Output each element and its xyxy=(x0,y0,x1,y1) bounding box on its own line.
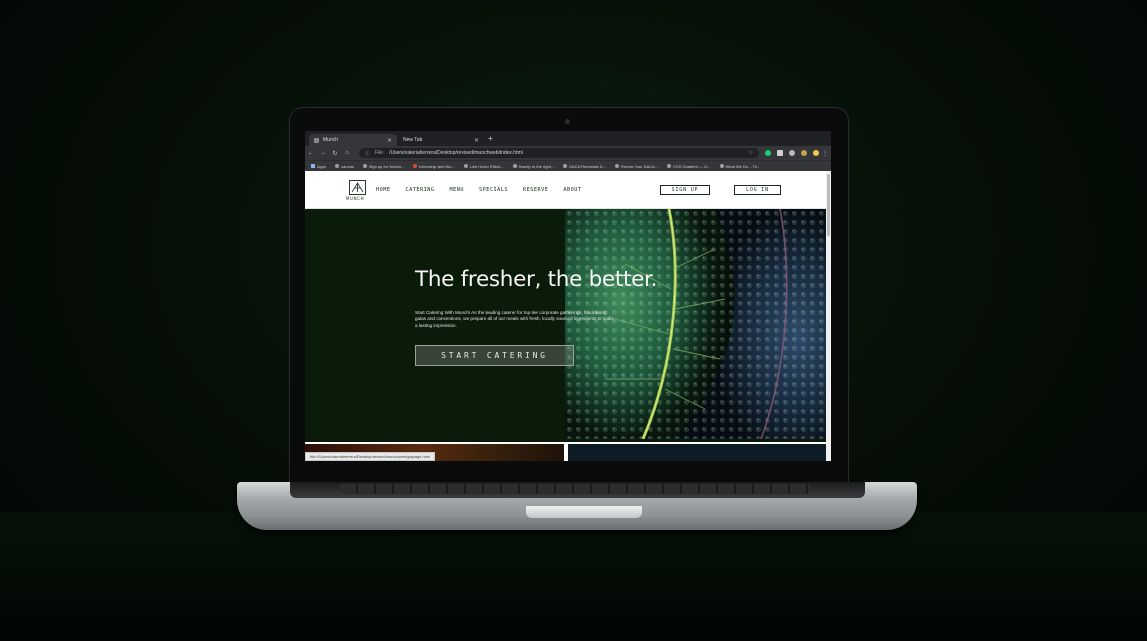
munch-favicon-icon xyxy=(314,137,319,143)
globe-icon xyxy=(719,164,724,168)
apps-grid-icon xyxy=(311,164,315,168)
globe-icon xyxy=(463,164,468,168)
bookmark-item[interactable]: What We Do – Th... xyxy=(719,164,761,169)
browser-tab-bar: Munch ✕ New Tab ✕ + xyxy=(305,131,831,146)
log-in-button[interactable]: LOG IN xyxy=(734,185,781,195)
nav-catering[interactable]: CATERING xyxy=(406,187,435,193)
start-catering-button[interactable]: START CATERING xyxy=(415,345,574,366)
globe-icon xyxy=(413,164,418,168)
bookmark-item[interactable]: canvas xyxy=(335,164,354,169)
back-arrow-icon[interactable]: ← xyxy=(305,150,317,156)
bookmark-item[interactable]: Link Hover Effect... xyxy=(463,164,504,169)
globe-icon xyxy=(362,164,367,168)
bookmark-star-icon[interactable]: ☆ xyxy=(749,150,753,156)
address-bar[interactable]: ⓘ File /Users/valeriaherrera/Desktop/rev… xyxy=(359,148,759,158)
webcam xyxy=(565,119,570,124)
logo-wordmark: MUNCH xyxy=(346,196,365,201)
url-text[interactable]: /Users/valeriaherrera/Desktop/revised/mu… xyxy=(389,150,523,156)
leaf-logo-icon xyxy=(351,182,364,193)
site-nav: HOME CATERING MENU SPECIALS RESERVE ABOU… xyxy=(376,187,582,193)
bookmark-item[interactable]: Sign up for Worka... xyxy=(362,164,404,169)
tab-title: New Tab xyxy=(403,137,423,143)
extension-yellow-icon[interactable] xyxy=(801,150,807,156)
globe-icon xyxy=(563,164,568,168)
extension-grid-icon[interactable] xyxy=(777,150,783,156)
status-bar-url: file:///Users/valeriaherrera/Desktop/rev… xyxy=(305,452,436,461)
bookmark-item[interactable]: Internship and Wo... xyxy=(413,164,455,169)
gallery-card-right[interactable] xyxy=(568,444,826,461)
bookmark-item[interactable]: Renew Your DACA... xyxy=(615,164,658,169)
bookmark-item[interactable]: Apps xyxy=(311,164,326,169)
nav-home[interactable]: HOME xyxy=(376,187,391,193)
info-icon[interactable]: ⓘ xyxy=(365,150,370,157)
hero-description: Start Catering With Munch! As the leadin… xyxy=(415,310,614,328)
tab-munch[interactable]: Munch ✕ xyxy=(309,134,397,146)
new-tab-plus-icon[interactable]: + xyxy=(488,134,493,144)
hero-title: The fresher, the better. xyxy=(415,267,658,292)
laptop-opening-notch xyxy=(526,506,642,518)
munch-logo-icon[interactable] xyxy=(349,180,366,195)
globe-icon xyxy=(615,164,620,168)
reload-icon[interactable]: ↻ xyxy=(329,150,341,157)
extension-green-icon[interactable] xyxy=(765,150,771,156)
globe-icon xyxy=(512,164,517,168)
tab-new-tab[interactable]: New Tab ✕ xyxy=(398,134,484,146)
forward-arrow-icon[interactable]: → xyxy=(317,150,329,156)
bookmark-item[interactable]: CSS Gradient — G... xyxy=(667,164,711,169)
bookmarks-bar: Apps canvas Sign up for Worka... Interns… xyxy=(305,160,831,171)
scrollbar-thumb[interactable] xyxy=(827,174,830,236)
web-page: MUNCH HOME CATERING MENU SPECIALS RESERV… xyxy=(305,171,826,461)
tab-title: Munch xyxy=(323,137,339,143)
nav-reserve[interactable]: RESERVE xyxy=(523,187,548,193)
bookmark-item[interactable]: Sweep to the right... xyxy=(512,164,554,169)
nav-about[interactable]: ABOUT xyxy=(563,187,581,193)
laptop-keyboard xyxy=(340,484,810,494)
globe-icon xyxy=(667,164,672,168)
globe-icon xyxy=(335,164,340,168)
scheme-label: File xyxy=(375,150,384,156)
bookmark-item[interactable]: DACA Renewals D... xyxy=(563,164,606,169)
browser-toolbar: ← → ↻ ⌂ ⓘ File /Users/valeriaherrera/Des… xyxy=(305,146,831,160)
nav-specials[interactable]: SPECIALS xyxy=(479,187,508,193)
nav-menu[interactable]: MENU xyxy=(450,187,465,193)
hero-section: The fresher, the better. Start Catering … xyxy=(305,209,826,439)
sign-up-button[interactable]: SIGN UP xyxy=(660,185,710,195)
laptop-screen: Munch ✕ New Tab ✕ + ← → ↻ ⌂ ⓘ File /User… xyxy=(305,131,831,461)
menu-dots-icon[interactable]: ⋮ xyxy=(819,150,831,157)
close-icon[interactable]: ✕ xyxy=(474,137,479,144)
home-icon[interactable]: ⌂ xyxy=(341,150,353,156)
site-header: MUNCH HOME CATERING MENU SPECIALS RESERV… xyxy=(305,171,826,209)
extension-puzzle-icon[interactable] xyxy=(789,150,795,156)
close-icon[interactable]: ✕ xyxy=(387,137,392,144)
